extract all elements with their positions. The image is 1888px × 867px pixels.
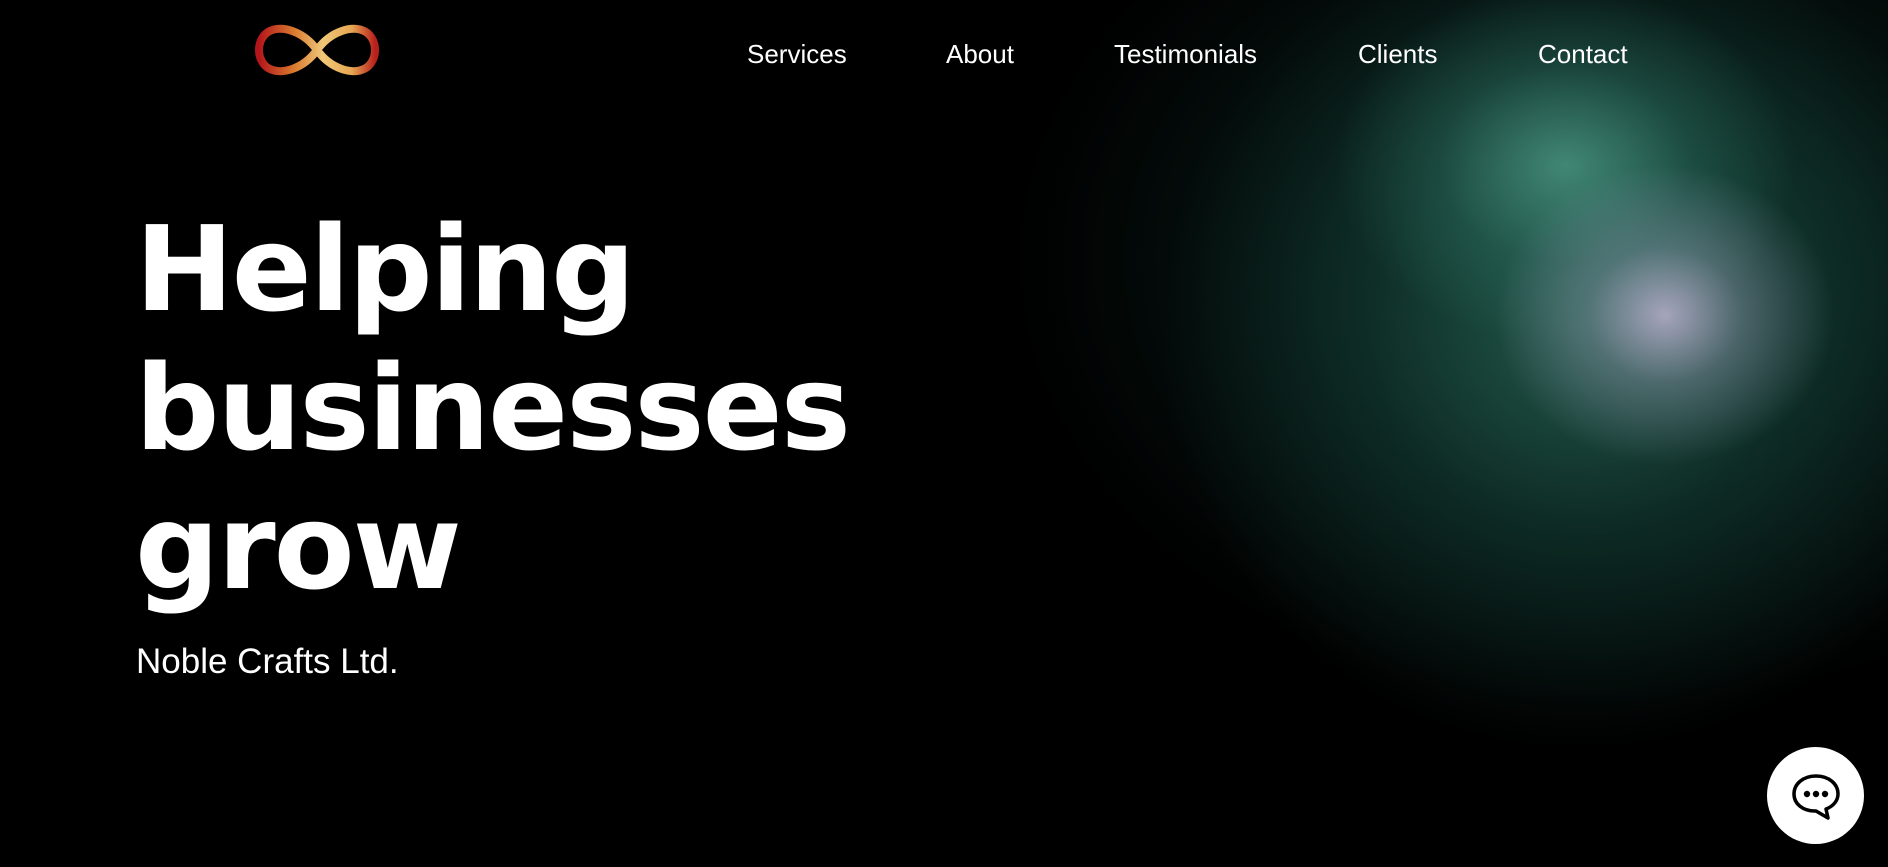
- nav-about[interactable]: About: [946, 36, 1014, 72]
- nav-clients[interactable]: Clients: [1358, 36, 1437, 72]
- chat-bubble-icon: [1791, 773, 1840, 820]
- hero-headline-line: Helping: [135, 200, 636, 338]
- nav-contact[interactable]: Contact: [1538, 36, 1628, 72]
- company-name: Noble Crafts Ltd.: [136, 642, 399, 681]
- main-navigation: Services About Testimonials Clients Cont…: [0, 36, 1888, 72]
- hero-headline-line: businesses: [135, 339, 851, 477]
- nav-testimonials[interactable]: Testimonials: [1114, 36, 1257, 72]
- hero-headline-line: grow: [135, 478, 462, 616]
- hero-headline: Helping businesses grow: [135, 200, 851, 617]
- chat-button[interactable]: [1767, 747, 1864, 844]
- nav-services[interactable]: Services: [747, 36, 847, 72]
